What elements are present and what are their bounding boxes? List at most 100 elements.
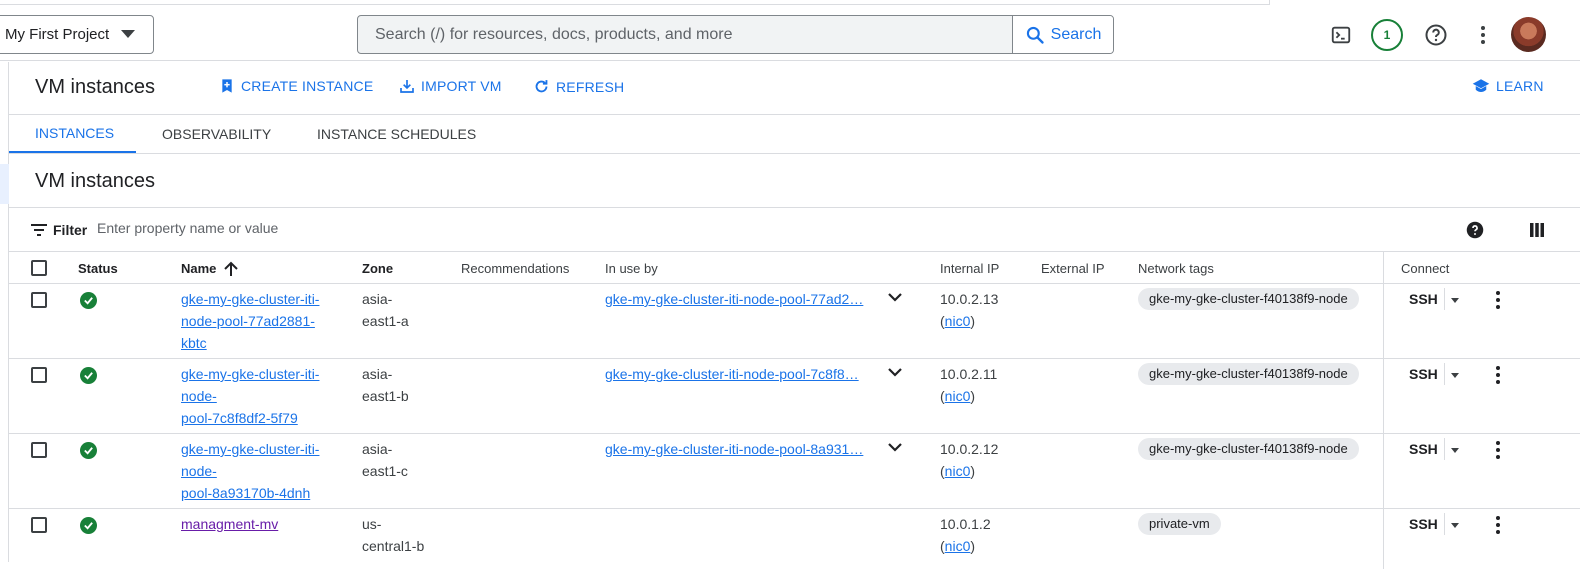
instance-name-line[interactable]: pool-8a93170b-4dnh xyxy=(181,482,319,504)
instance-name[interactable]: managment-mv xyxy=(181,513,278,535)
zone-line: east1-b xyxy=(362,388,409,404)
school-icon xyxy=(1472,79,1490,92)
notification-count: 1 xyxy=(1371,19,1403,51)
row-actions-icon[interactable] xyxy=(1488,438,1508,462)
network-tag: gke-my-gke-cluster-f40138f9-node xyxy=(1138,288,1359,310)
import-vm-button[interactable]: IMPORT VM xyxy=(399,78,502,94)
filter-list-icon xyxy=(31,224,47,236)
in-use-by-link[interactable]: gke-my-gke-cluster-iti-node-pool-7c8f8… xyxy=(605,363,859,385)
column-recommendations[interactable]: Recommendations xyxy=(461,261,569,276)
instance-name-line[interactable]: gke-my-gke-cluster-iti- xyxy=(181,438,319,460)
row-checkbox[interactable] xyxy=(31,292,47,308)
zone-line: east1-a xyxy=(362,313,409,329)
ssh-dropdown-icon[interactable] xyxy=(1451,448,1459,453)
in-use-by-link[interactable]: gke-my-gke-cluster-iti-node-pool-77ad2… xyxy=(605,288,863,310)
column-zone[interactable]: Zone xyxy=(362,261,393,276)
search-button[interactable]: Search xyxy=(1012,16,1113,53)
zone-line: asia- xyxy=(362,441,393,457)
project-selector[interactable]: My First Project xyxy=(0,15,154,54)
table-row[interactable]: gke-my-gke-cluster-iti- node- pool-8a931… xyxy=(9,434,1580,509)
instance-name[interactable]: gke-my-gke-cluster-iti- node- pool-7c8f8… xyxy=(181,363,319,429)
download-icon xyxy=(400,80,414,93)
table-row[interactable]: gke-my-gke-cluster-iti- node- pool-7c8f8… xyxy=(9,359,1580,434)
ssh-button[interactable]: SSH xyxy=(1409,516,1438,532)
ssh-dropdown-icon[interactable] xyxy=(1451,373,1459,378)
row-actions-icon[interactable] xyxy=(1488,513,1508,537)
row-checkbox[interactable] xyxy=(31,517,47,533)
search-input[interactable] xyxy=(358,16,1012,53)
left-nav-rail xyxy=(0,62,9,562)
ssh-button[interactable]: SSH xyxy=(1409,291,1438,307)
chevron-down-icon[interactable] xyxy=(887,442,903,452)
internal-ip: 10.0.2.11 (nic0) xyxy=(940,363,997,407)
search-button-label: Search xyxy=(1050,25,1102,43)
caret-down-icon xyxy=(121,30,135,38)
tab-instance-schedules[interactable]: INSTANCE SCHEDULES xyxy=(317,115,476,153)
avatar[interactable] xyxy=(1511,17,1546,52)
chevron-down-icon[interactable] xyxy=(887,292,903,302)
ssh-button[interactable]: SSH xyxy=(1409,366,1438,382)
instance-name-line[interactable]: node- xyxy=(181,385,319,407)
in-use-by-link[interactable]: gke-my-gke-cluster-iti-node-pool-8a931… xyxy=(605,438,863,460)
row-checkbox[interactable] xyxy=(31,367,47,383)
refresh-button[interactable]: REFRESH xyxy=(533,78,624,95)
table-row[interactable]: managment-mv us- central1-b 10.0.1.2 (ni… xyxy=(9,509,1580,569)
create-instance-button[interactable]: CREATE INSTANCE xyxy=(219,78,373,94)
tab-observability[interactable]: OBSERVABILITY xyxy=(162,115,271,153)
column-name[interactable]: Name xyxy=(181,261,239,276)
zone-line: east1-c xyxy=(362,463,408,479)
column-divider xyxy=(1383,359,1384,434)
column-network-tags[interactable]: Network tags xyxy=(1138,261,1214,276)
column-divider xyxy=(1383,509,1384,569)
column-internal-ip[interactable]: Internal IP xyxy=(940,261,999,276)
instance-name-line[interactable]: node-pool-77ad2881- xyxy=(181,310,319,332)
zone: asia- east1-c xyxy=(362,438,408,482)
instance-name[interactable]: gke-my-gke-cluster-iti- node-pool-77ad28… xyxy=(181,288,319,354)
instance-name-line[interactable]: pool-7c8f8df2-5f79 xyxy=(181,407,319,429)
help-filled-icon[interactable] xyxy=(1466,221,1484,239)
column-divider xyxy=(1383,252,1384,284)
left-nav-selected[interactable] xyxy=(0,164,9,204)
row-actions-icon[interactable] xyxy=(1488,363,1508,387)
filter-input[interactable] xyxy=(97,220,697,236)
select-all-checkbox[interactable] xyxy=(31,260,47,276)
chevron-down-icon[interactable] xyxy=(887,367,903,377)
instance-name-line[interactable]: node- xyxy=(181,460,319,482)
filter-button[interactable]: Filter xyxy=(31,222,87,238)
column-divider xyxy=(1383,434,1384,509)
nic-link[interactable]: nic0 xyxy=(945,388,971,404)
help-icon[interactable] xyxy=(1421,20,1451,50)
internal-ip: 10.0.2.13 (nic0) xyxy=(940,288,998,332)
instance-name[interactable]: gke-my-gke-cluster-iti- node- pool-8a931… xyxy=(181,438,319,504)
row-checkbox[interactable] xyxy=(31,442,47,458)
tab-instances[interactable]: INSTANCES xyxy=(9,115,136,153)
internal-ip-value: 10.0.2.12 xyxy=(940,441,999,457)
zone-line: asia- xyxy=(362,366,393,382)
cloud-shell-icon[interactable] xyxy=(1326,20,1356,50)
column-status[interactable]: Status xyxy=(78,261,118,276)
instance-name-line[interactable]: gke-my-gke-cluster-iti- xyxy=(181,363,319,385)
internal-ip: 10.0.2.12 (nic0) xyxy=(940,438,998,482)
column-display-icon[interactable] xyxy=(1529,222,1545,238)
nic-link[interactable]: nic0 xyxy=(945,538,971,554)
more-vert-icon[interactable] xyxy=(1468,20,1498,50)
ssh-dropdown-icon[interactable] xyxy=(1451,298,1459,303)
column-connect[interactable]: Connect xyxy=(1401,261,1449,276)
nic-link[interactable]: nic0 xyxy=(945,463,971,479)
zone: asia- east1-a xyxy=(362,288,409,332)
import-vm-label: IMPORT VM xyxy=(421,78,502,94)
instance-name-line[interactable]: managment-mv xyxy=(181,513,278,535)
notification-badge[interactable]: 1 xyxy=(1370,18,1404,52)
ssh-button[interactable]: SSH xyxy=(1409,441,1438,457)
column-external-ip[interactable]: External IP xyxy=(1041,261,1105,276)
ssh-dropdown-icon[interactable] xyxy=(1451,523,1459,528)
section-title: VM instances xyxy=(35,170,156,192)
learn-button[interactable]: LEARN xyxy=(1472,78,1544,94)
instance-name-line[interactable]: kbtc xyxy=(181,332,319,354)
column-in-use-by[interactable]: In use by xyxy=(605,261,658,276)
nic-link[interactable]: nic0 xyxy=(945,313,971,329)
table-row[interactable]: gke-my-gke-cluster-iti- node-pool-77ad28… xyxy=(9,284,1580,359)
row-actions-icon[interactable] xyxy=(1488,288,1508,312)
zone-line: central1-b xyxy=(362,538,425,554)
instance-name-line[interactable]: gke-my-gke-cluster-iti- xyxy=(181,288,319,310)
